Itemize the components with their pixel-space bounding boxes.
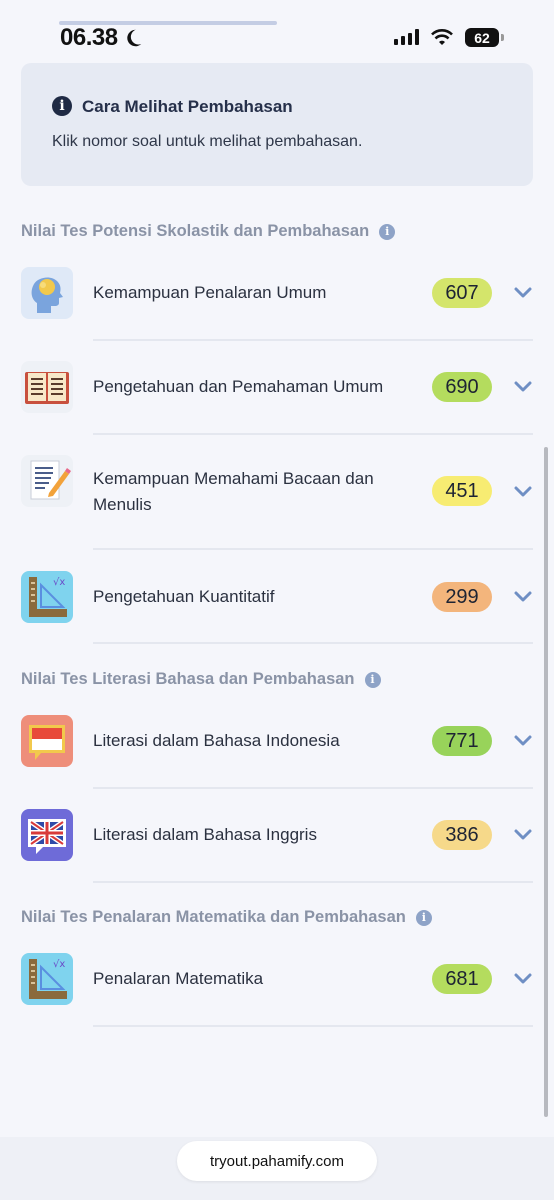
subtest-label: Literasi dalam Bahasa Indonesia: [93, 731, 340, 750]
subtest-label: Penalaran Matematika: [93, 969, 264, 988]
section-heading-text: Nilai Tes Literasi Bahasa dan Pembahasan: [21, 670, 355, 688]
section-heading-skolastik: Nilai Tes Potensi Skolastik dan Pembahas…: [21, 222, 396, 241]
subtest-row-penalaran-umum[interactable]: Kemampuan Penalaran Umum 607: [0, 267, 554, 341]
battery-icon: 62: [465, 28, 504, 47]
moon-icon: [126, 29, 141, 47]
subtest-row-literasi-indonesia[interactable]: Literasi dalam Bahasa Indonesia 771: [0, 715, 554, 789]
scrollbar[interactable]: [544, 447, 548, 1117]
section-heading-literasi: Nilai Tes Literasi Bahasa dan Pembahasan…: [21, 670, 381, 689]
row-divider: [93, 1025, 533, 1027]
chevron-down-icon[interactable]: [513, 590, 533, 604]
score-badge: 451: [432, 476, 492, 506]
ruler-math-icon: √x: [21, 953, 73, 1005]
svg-text:√x: √x: [53, 577, 65, 588]
score-badge: 771: [432, 726, 492, 756]
status-bar: 06.38 62: [0, 0, 554, 60]
section-heading-text: Nilai Tes Potensi Skolastik dan Pembahas…: [21, 222, 370, 240]
head-brain-icon: [21, 267, 73, 319]
row-divider: [93, 881, 533, 883]
score-badge: 681: [432, 964, 492, 994]
uk-flag-chat-icon: [21, 809, 73, 861]
battery-level: 62: [474, 29, 490, 46]
row-divider: [93, 642, 533, 644]
subtest-row-bacaan-menulis[interactable]: Kemampuan Memahami Bacaan dan Menulis 45…: [0, 455, 554, 550]
chevron-down-icon[interactable]: [513, 286, 533, 300]
section-heading-text: Nilai Tes Penalaran Matematika dan Pemba…: [21, 908, 406, 926]
subtest-label: Pengetahuan dan Pemahaman Umum: [93, 377, 384, 396]
subtest-row-pengetahuan-umum[interactable]: Pengetahuan dan Pemahaman Umum 690: [0, 361, 554, 435]
row-divider: [93, 787, 533, 789]
subtest-row-penalaran-matematika[interactable]: √x Penalaran Matematika 681: [0, 953, 554, 1027]
row-divider: [93, 433, 533, 435]
info-icon: i: [52, 96, 72, 116]
info-title: Cara Melihat Pembahasan: [82, 97, 293, 116]
subtest-label: Literasi dalam Bahasa Inggris: [93, 825, 317, 844]
info-text: Klik nomor soal untuk melihat pembahasan…: [52, 133, 363, 150]
subtest-label: Pengetahuan Kuantitatif: [93, 587, 275, 606]
status-time-text: 06.38: [60, 24, 118, 51]
wifi-icon: [431, 29, 453, 45]
url-text: tryout.pahamify.com: [210, 1152, 344, 1170]
subtest-row-kuantitatif[interactable]: √x Pengetahuan Kuantitatif 299: [0, 571, 554, 645]
signal-icon: [394, 29, 419, 45]
chevron-down-icon[interactable]: [513, 972, 533, 986]
section-heading-matematika: Nilai Tes Penalaran Matematika dan Pemba…: [21, 908, 432, 927]
score-badge: 386: [432, 820, 492, 850]
chevron-down-icon[interactable]: [513, 380, 533, 394]
score-badge: 299: [432, 582, 492, 612]
indonesia-flag-chat-icon: [21, 715, 73, 767]
info-box: i Cara Melihat Pembahasan Klik nomor soa…: [21, 63, 533, 186]
svg-text:√x: √x: [53, 959, 65, 970]
url-bar[interactable]: tryout.pahamify.com: [177, 1141, 377, 1181]
ruler-math-icon: √x: [21, 571, 73, 623]
info-icon[interactable]: i: [379, 223, 396, 240]
status-time: 06.38: [60, 24, 144, 52]
row-divider: [93, 339, 533, 341]
subtest-label: Kemampuan Memahami Bacaan dan Menulis: [93, 469, 374, 514]
chevron-down-icon[interactable]: [513, 734, 533, 748]
info-icon[interactable]: i: [364, 671, 381, 688]
open-book-icon: [21, 361, 73, 413]
chevron-down-icon[interactable]: [513, 485, 533, 499]
document-pencil-icon: [21, 455, 73, 507]
subtest-label: Kemampuan Penalaran Umum: [93, 283, 327, 302]
info-icon[interactable]: i: [415, 909, 432, 926]
row-divider: [93, 548, 533, 550]
score-badge: 607: [432, 278, 492, 308]
score-badge: 690: [432, 372, 492, 402]
chevron-down-icon[interactable]: [513, 828, 533, 842]
subtest-row-literasi-inggris[interactable]: Literasi dalam Bahasa Inggris 386: [0, 809, 554, 883]
